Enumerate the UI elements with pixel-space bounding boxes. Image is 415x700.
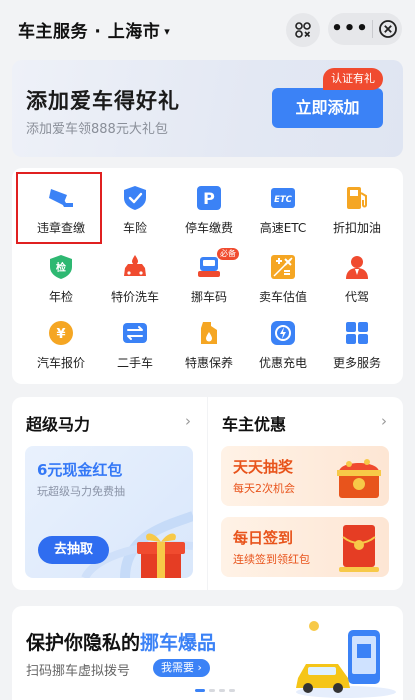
- inspection-icon: 检: [50, 255, 72, 279]
- service-designated-driver[interactable]: 代驾: [319, 254, 393, 318]
- charging-icon: [271, 321, 295, 345]
- banner-subtitle: 添加爱车领888元大礼包: [26, 122, 168, 137]
- bottom-banner-title: 保护你隐私的挪车爆品: [26, 632, 217, 654]
- car-and-phone-illustration: [296, 621, 396, 698]
- bottom-banner-subtitle: 扫码挪车虚拟拨号: [26, 664, 131, 679]
- close-button[interactable]: [373, 19, 402, 39]
- more-button[interactable]: •••: [328, 13, 372, 45]
- treasure-chest-icon: [337, 459, 381, 498]
- svg-text:检: 检: [56, 261, 66, 274]
- service-inspection[interactable]: 检 年检: [23, 254, 97, 318]
- service-maintenance[interactable]: 特惠保养: [171, 320, 245, 384]
- redpacket-subtitle: 玩超级马力免费抽: [37, 485, 125, 498]
- used-car-icon: [123, 323, 147, 343]
- owner-deals-card[interactable]: 车主优惠 › 天天抽奖 每天2次机会 每日签到 连续签到领红包: [208, 397, 403, 590]
- carousel-dot: [209, 689, 215, 692]
- carousel-dot: [229, 689, 235, 692]
- super-power-title: 超级马力: [26, 415, 91, 434]
- add-car-banner[interactable]: 添加爱车得好礼 添加爱车领888元大礼包 立即添加 认证有礼: [12, 60, 403, 157]
- service-more[interactable]: 更多服务: [319, 320, 393, 384]
- i-need-button[interactable]: 我需要 ›: [153, 659, 210, 677]
- chevron-right-icon[interactable]: ›: [185, 412, 191, 430]
- chevron-right-icon[interactable]: ›: [381, 412, 387, 430]
- service-charging[interactable]: 优惠充电: [245, 320, 319, 384]
- etc-icon: ETC: [271, 188, 295, 208]
- add-now-button[interactable]: 立即添加: [272, 88, 383, 128]
- super-power-card[interactable]: 超级马力 › 6元现金红包 玩超级马力免费抽 去抽取: [12, 397, 207, 590]
- top-bar: 车主服务 · 上海市 ▾ •••: [0, 0, 415, 58]
- scan-button[interactable]: [286, 13, 320, 47]
- svg-text:¥: ¥: [56, 327, 65, 342]
- owner-deals-title: 车主优惠: [222, 415, 287, 434]
- shield-icon: [124, 186, 146, 210]
- carousel-dot: [219, 689, 225, 692]
- oil-icon: [201, 322, 217, 344]
- service-car-wash[interactable]: 特价洗车: [97, 254, 171, 318]
- cash-redpacket-card[interactable]: 6元现金红包 玩超级马力免费抽 去抽取: [25, 446, 193, 578]
- daily-lottery[interactable]: 天天抽奖 每天2次机会: [221, 446, 389, 506]
- daily-checkin[interactable]: 每日签到 连续签到领红包: [221, 517, 389, 577]
- redpacket-title: 6元现金红包: [37, 461, 123, 479]
- grid-icon: [346, 322, 368, 344]
- price-icon: ¥: [49, 321, 73, 345]
- scan-icon: [295, 22, 311, 38]
- close-icon: [378, 20, 397, 38]
- service-move-car[interactable]: 必备 挪车码: [171, 248, 245, 318]
- caret-down-icon[interactable]: ▾: [164, 25, 170, 38]
- carousel-indicator: [195, 689, 235, 692]
- service-insurance[interactable]: 车险: [97, 185, 171, 249]
- must-have-badge: 必备: [217, 248, 239, 260]
- gift-box-icon: [137, 533, 185, 578]
- service-used-car[interactable]: 二手车: [97, 320, 171, 384]
- valuation-icon: [271, 255, 295, 279]
- fuel-pump-icon: [347, 187, 367, 209]
- carousel-dot-active: [195, 689, 205, 692]
- service-car-price[interactable]: ¥ 汽车报价: [23, 320, 97, 384]
- svg-text:ETC: ETC: [274, 195, 293, 205]
- service-fuel[interactable]: 折扣加油: [319, 185, 393, 249]
- draw-button[interactable]: 去抽取: [38, 536, 109, 564]
- certified-gift-badge: 认证有礼: [323, 68, 383, 90]
- service-valuation[interactable]: 卖车估值: [245, 254, 319, 318]
- move-car-product-banner[interactable]: 保护你隐私的挪车爆品 扫码挪车虚拟拨号 我需要 ›: [12, 606, 403, 700]
- violation-highlight-box: [16, 172, 102, 244]
- driver-icon: [346, 256, 368, 279]
- parking-icon: P: [197, 186, 221, 210]
- service-parking[interactable]: P 停车缴费: [171, 185, 245, 249]
- page-title[interactable]: 车主服务 · 上海市 ▾: [18, 17, 170, 42]
- red-envelope-icon: [339, 525, 379, 572]
- service-etc[interactable]: ETC 高速ETC: [245, 185, 319, 249]
- mini-program-capsule: •••: [328, 13, 402, 45]
- car-wash-icon: [124, 255, 146, 276]
- banner-title: 添加爱车得好礼: [26, 89, 180, 113]
- svg-text:P: P: [203, 189, 215, 208]
